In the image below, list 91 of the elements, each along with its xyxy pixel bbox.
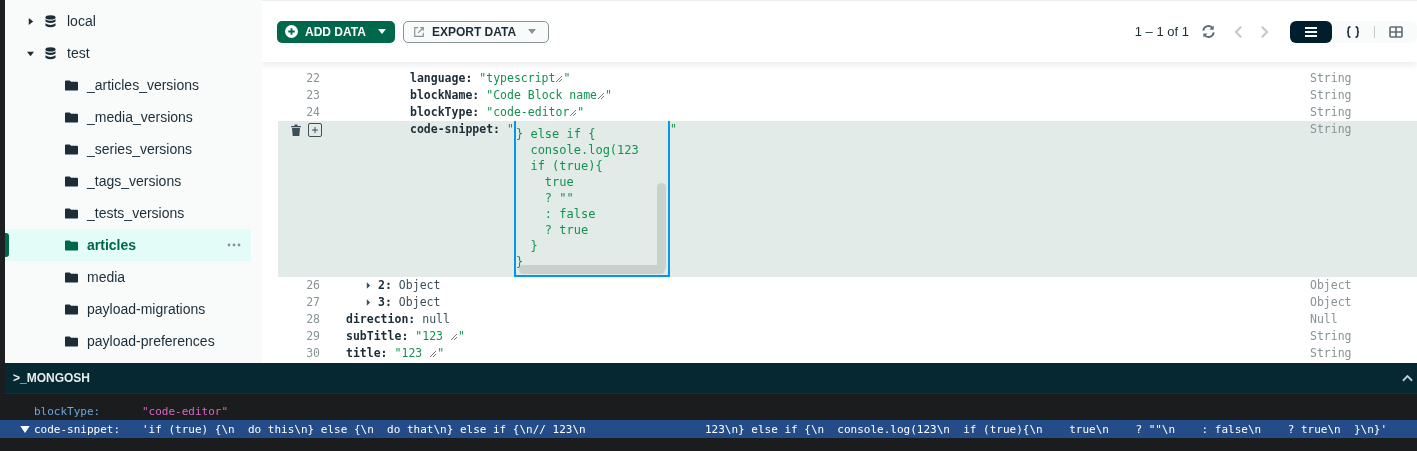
folder-icon xyxy=(65,335,78,347)
field-type: String xyxy=(1310,121,1353,138)
field-key: 2: xyxy=(378,277,392,294)
plus-icon xyxy=(285,25,298,38)
folder-icon xyxy=(65,239,78,251)
field-key: 3: xyxy=(378,294,392,311)
field-key: code-snippet: xyxy=(410,121,500,138)
field-key: language: xyxy=(410,70,473,87)
refresh-icon[interactable] xyxy=(1201,24,1216,39)
folder-icon xyxy=(65,79,78,91)
line-number: 28 xyxy=(305,311,320,328)
plus-icon xyxy=(311,125,319,134)
line-number: 26 xyxy=(305,277,320,294)
folder-icon xyxy=(65,111,78,123)
line-number: 29 xyxy=(305,328,320,345)
trash-icon[interactable] xyxy=(291,123,301,136)
caret-icon[interactable] xyxy=(27,17,34,25)
field-type: Object xyxy=(1310,294,1353,311)
quote-mark: " xyxy=(669,121,677,138)
field-value: Object xyxy=(398,277,441,294)
resize-handle-icon[interactable] xyxy=(449,333,458,341)
console-key: code-snippet: xyxy=(34,422,142,436)
field-value: null xyxy=(422,311,450,328)
expand-caret-icon[interactable] xyxy=(366,299,371,306)
field-type: String xyxy=(1310,104,1353,121)
add-data-button[interactable]: ADD DATA xyxy=(277,20,395,43)
list-icon xyxy=(1304,25,1318,38)
field-value: Object xyxy=(398,294,441,311)
collapse-icon[interactable] xyxy=(1402,374,1413,382)
console-value: "code-editor" xyxy=(142,404,229,418)
field-type: Object xyxy=(1310,277,1353,294)
folder-icon xyxy=(65,207,78,219)
console-value: 'if (true) {\n do this\n} else {\n do that\n} else if {\n// 123\n 123\n} else if {\n console.log(123\n if (true){\n true\n ? ""\n : false\n ? true\n }\n}' xyxy=(142,422,1388,436)
sidebar-item[interactable]: _media_versions xyxy=(5,101,251,133)
caret-icon[interactable] xyxy=(27,49,34,57)
field-value[interactable]: "code-editor " xyxy=(486,104,585,121)
field-key: blockName: xyxy=(410,87,480,104)
caret-icon xyxy=(377,29,386,34)
line-number: 24 xyxy=(305,104,320,121)
field-key: blockType: xyxy=(410,104,480,121)
sidebar-item[interactable]: _tags_versions xyxy=(5,165,251,197)
sidebar-item[interactable]: articles xyxy=(5,229,251,261)
field-type: String xyxy=(1310,328,1353,345)
braces-icon xyxy=(1346,25,1360,38)
field-type: String xyxy=(1310,70,1353,87)
console-key: blockType: xyxy=(34,404,142,418)
field-value[interactable]: "Code Block name " xyxy=(486,87,612,104)
add-field-button[interactable] xyxy=(308,122,322,137)
field-value[interactable]: "typescript " xyxy=(479,70,571,87)
pagination-text: 1 – 1 of 1 xyxy=(1134,24,1189,39)
field-type: String xyxy=(1310,87,1353,104)
console-row[interactable]: code-snippet: 'if (true) {\n do this\n} else {\n do that\n} else if {\n// 123\n 123\n} else if {\n console.log(123\n if (true){\n true\n ? ""\n : false\n ? true\n }\n}' xyxy=(0,420,1417,438)
field-value[interactable]: "123 " xyxy=(415,328,465,345)
line-number: 22 xyxy=(305,70,320,87)
folder-icon xyxy=(65,175,78,187)
sidebar-item[interactable]: payload-migrations xyxy=(5,293,251,325)
resize-handle-icon[interactable] xyxy=(555,75,564,83)
database-icon xyxy=(45,14,56,28)
list-view-button[interactable] xyxy=(1290,20,1332,43)
field-key: title: xyxy=(346,345,388,362)
sidebar-item[interactable]: media xyxy=(5,261,251,293)
sidebar-item[interactable]: _series_versions xyxy=(5,133,251,165)
field-key: direction: xyxy=(346,311,416,328)
field-type: String xyxy=(1310,345,1353,362)
table-icon xyxy=(1389,25,1403,38)
field-type: Null xyxy=(1310,311,1339,328)
sidebar-item[interactable]: _articles_versions xyxy=(5,69,251,101)
resize-handle-icon[interactable] xyxy=(429,350,438,358)
more-icon[interactable] xyxy=(227,243,241,247)
sidebar-item[interactable]: local xyxy=(5,5,251,37)
sidebar-item[interactable]: _tests_versions xyxy=(5,197,251,229)
expand-caret-icon[interactable] xyxy=(366,282,371,289)
field-value[interactable]: "123 " xyxy=(394,345,445,362)
folder-icon xyxy=(65,143,78,155)
folder-icon xyxy=(65,271,78,283)
line-number: 27 xyxy=(305,294,320,311)
database-icon xyxy=(45,46,56,60)
caret-icon[interactable] xyxy=(20,425,30,433)
sidebar-item[interactable]: test xyxy=(5,37,251,69)
quote-mark: " xyxy=(507,121,514,138)
folder-icon xyxy=(65,303,78,315)
caret-icon xyxy=(528,29,537,34)
resize-handle-icon[interactable] xyxy=(569,109,578,117)
field-key: subTitle: xyxy=(346,328,409,345)
export-data-button[interactable]: EXPORT DATA xyxy=(402,20,550,43)
line-number: 23 xyxy=(305,87,320,104)
line-number: 30 xyxy=(305,345,320,362)
resize-handle-icon[interactable] xyxy=(597,92,606,100)
export-icon xyxy=(412,25,425,38)
sidebar-item[interactable]: payload-preferences xyxy=(5,325,251,357)
console-row[interactable]: blockType: "code-editor" xyxy=(0,402,1417,420)
